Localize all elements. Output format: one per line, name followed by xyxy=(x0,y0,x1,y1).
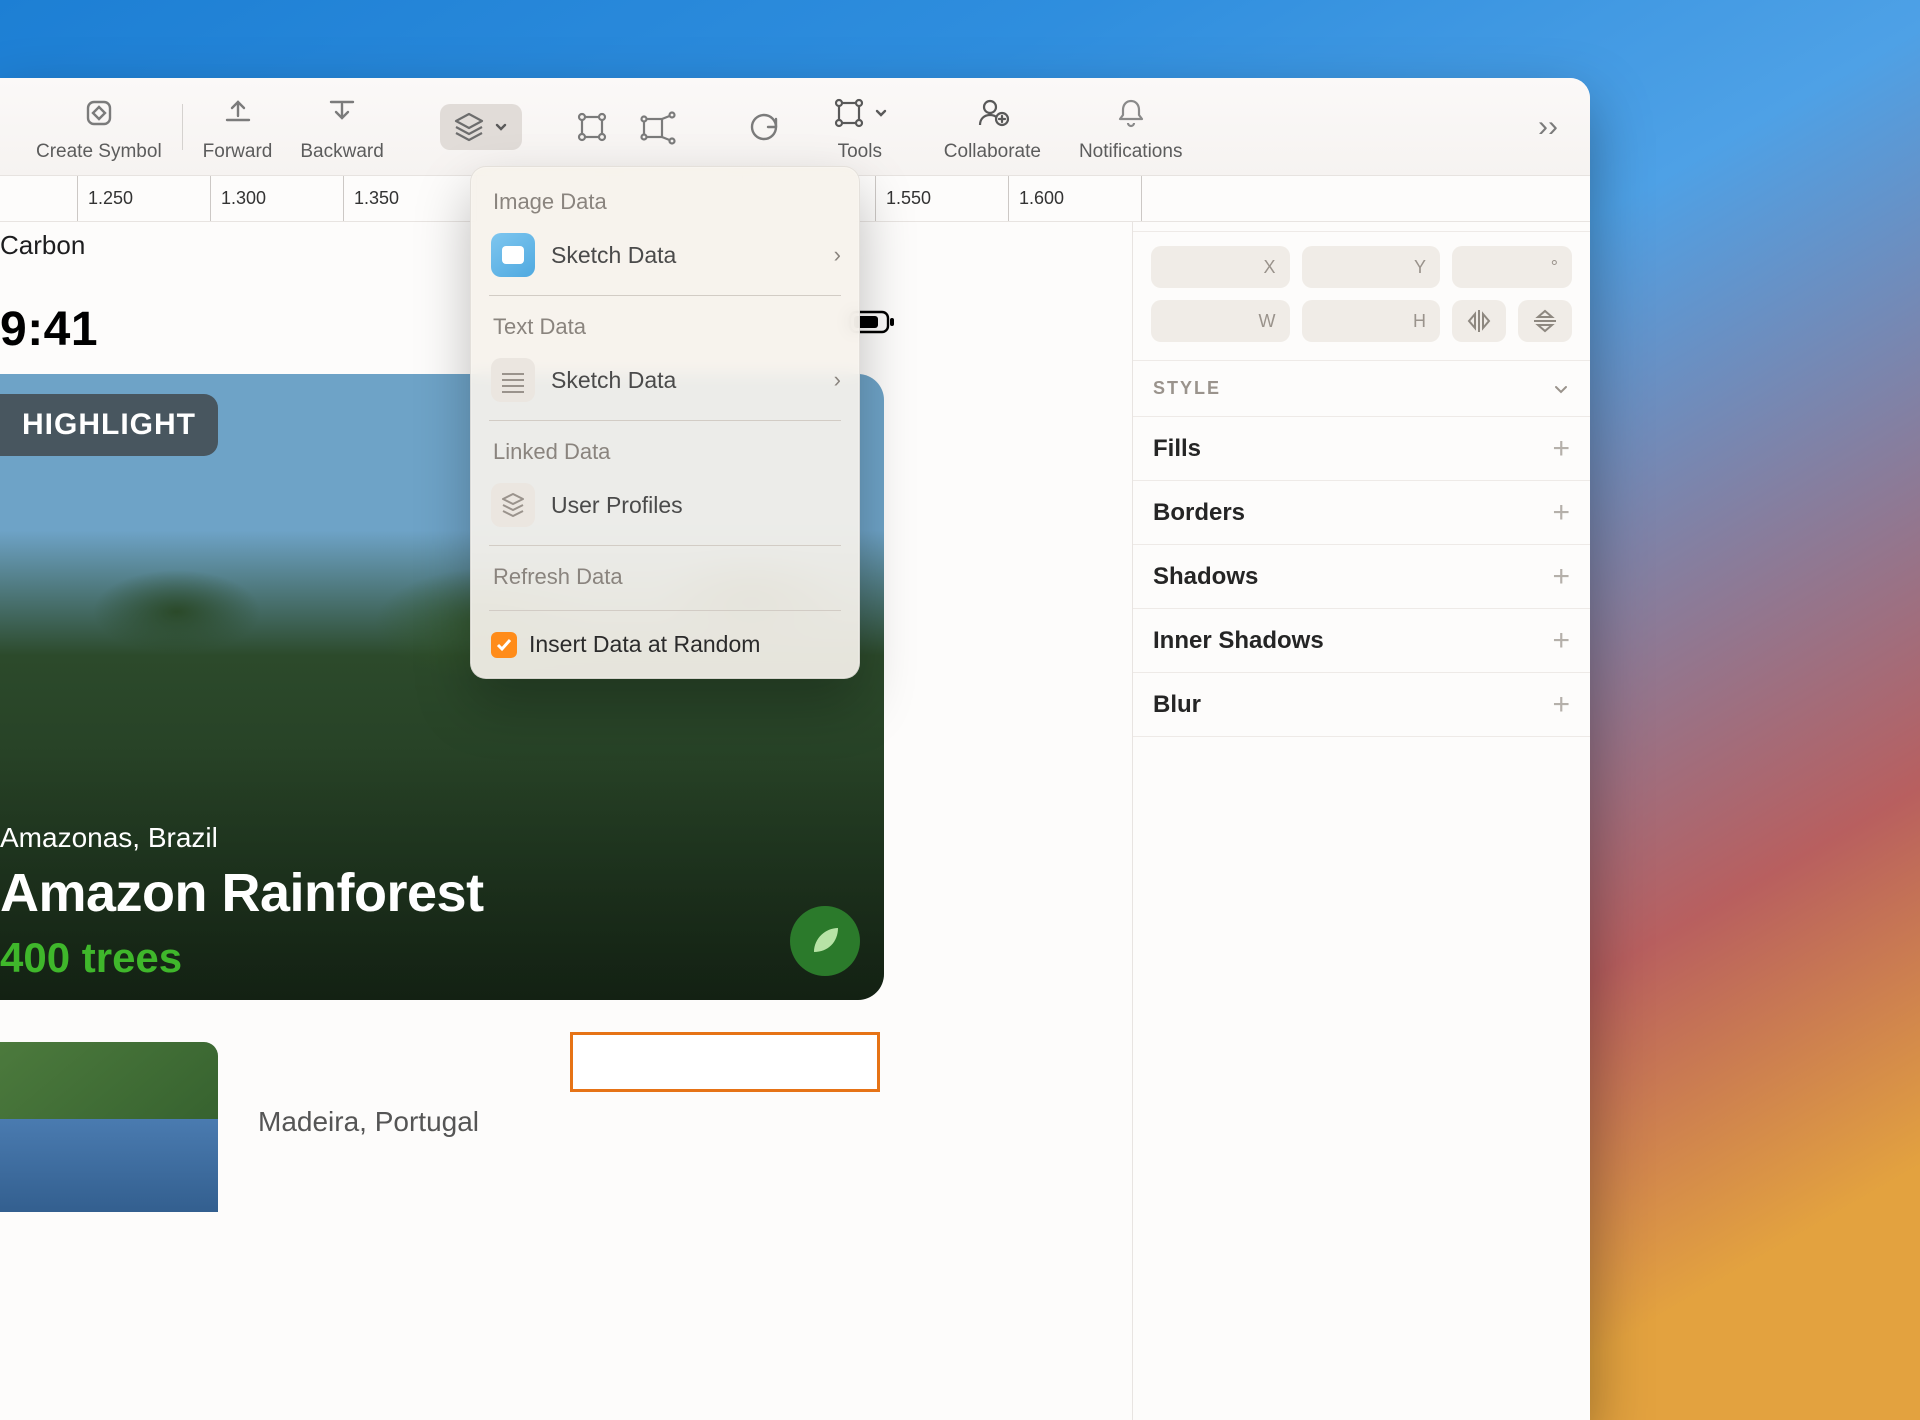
angle-input[interactable]: ° xyxy=(1452,246,1572,288)
plus-icon[interactable]: + xyxy=(1552,496,1570,530)
overflow-button[interactable]: ›› xyxy=(1520,110,1576,144)
style-row-fills[interactable]: Fills + xyxy=(1133,417,1590,481)
menu-item-label: Insert Data at Random xyxy=(529,631,760,658)
menu-item-sketch-image-data[interactable]: Sketch Data › xyxy=(471,225,859,285)
menu-item-label: Sketch Data xyxy=(551,242,676,269)
forward-tool[interactable]: Forward xyxy=(189,78,287,175)
chevron-right-icon: › xyxy=(834,242,841,268)
style-row-label: Blur xyxy=(1153,691,1201,719)
dimension-inputs: X Y ° W H xyxy=(1133,232,1590,361)
move-backward-icon xyxy=(325,91,359,135)
move-forward-icon xyxy=(221,91,255,135)
toolbar-separator xyxy=(182,104,183,150)
x-input[interactable]: X xyxy=(1151,246,1290,288)
plus-icon[interactable]: + xyxy=(1552,560,1570,594)
artboard-label[interactable]: Carbon xyxy=(0,230,85,261)
style-row-inner-shadows[interactable]: Inner Shadows + xyxy=(1133,609,1590,673)
detach-tool[interactable] xyxy=(624,78,692,175)
toolbar: Create Symbol Forward Backward xyxy=(0,78,1590,176)
selected-text-layer[interactable] xyxy=(570,1032,880,1092)
style-row-label: Borders xyxy=(1153,499,1245,527)
layers-icon xyxy=(452,110,486,144)
style-header-label: STYLE xyxy=(1153,378,1221,399)
ruler-tick: 1.250 xyxy=(78,176,211,221)
popover-section-text: Text Data xyxy=(471,306,859,350)
style-row-borders[interactable]: Borders + xyxy=(1133,481,1590,545)
ruler-tick: 1.600 xyxy=(1009,176,1142,221)
diamond-icon xyxy=(79,91,119,135)
flip-vertical-icon[interactable] xyxy=(1518,300,1572,342)
ruler-tick: 1.350 xyxy=(344,176,477,221)
flip-horizontal-icon[interactable] xyxy=(1452,300,1506,342)
device-time: 9:41 xyxy=(0,302,98,357)
style-row-label: Fills xyxy=(1153,435,1201,463)
notifications-label: Notifications xyxy=(1079,141,1183,163)
checkbox-checked-icon xyxy=(491,632,517,658)
menu-item-label: Sketch Data xyxy=(551,367,676,394)
separator xyxy=(489,545,841,546)
w-input[interactable]: W xyxy=(1151,300,1290,342)
collaborate-icon xyxy=(972,91,1012,135)
ruler-tick: 1.550 xyxy=(876,176,1009,221)
forward-label: Forward xyxy=(203,141,273,163)
menu-item-user-profiles[interactable]: User Profiles xyxy=(471,475,859,535)
style-row-shadows[interactable]: Shadows + xyxy=(1133,545,1590,609)
plus-icon[interactable]: + xyxy=(1552,432,1570,466)
ruler-tick: 1.300 xyxy=(211,176,344,221)
card-thumbnail[interactable] xyxy=(0,1042,218,1212)
plus-icon[interactable]: + xyxy=(1552,624,1570,658)
hero-location: Amazonas, Brazil xyxy=(0,822,218,854)
hero-title: Amazon Rainforest xyxy=(0,862,484,924)
menu-item-insert-random[interactable]: Insert Data at Random xyxy=(471,621,859,668)
hero-tree-count: 400 trees xyxy=(0,934,182,982)
backward-tool[interactable]: Backward xyxy=(286,78,397,175)
separator xyxy=(489,420,841,421)
data-popover: Image Data Sketch Data › Text Data Sketc… xyxy=(470,166,860,679)
menu-item-sketch-text-data[interactable]: Sketch Data › xyxy=(471,350,859,410)
menu-item-refresh-data[interactable]: Refresh Data xyxy=(471,556,859,600)
y-input[interactable]: Y xyxy=(1302,246,1441,288)
photo-icon xyxy=(491,233,535,277)
notifications-tool[interactable]: Notifications xyxy=(1065,78,1197,175)
rotate-tool[interactable] xyxy=(732,78,796,175)
layers-dropdown[interactable] xyxy=(426,78,536,175)
style-row-label: Inner Shadows xyxy=(1153,627,1324,655)
group-tool[interactable] xyxy=(560,78,624,175)
leaf-icon xyxy=(790,906,860,976)
chevron-down-icon xyxy=(494,120,508,134)
bell-icon xyxy=(1114,91,1148,135)
chevron-down-icon xyxy=(1552,380,1570,398)
card-location: Madeira, Portugal xyxy=(258,1106,479,1138)
tools-dropdown[interactable]: Tools xyxy=(818,78,902,175)
plus-icon[interactable]: + xyxy=(1552,688,1570,722)
h-input[interactable]: H xyxy=(1302,300,1441,342)
menu-item-label: User Profiles xyxy=(551,492,683,519)
collaborate-tool[interactable]: Collaborate xyxy=(930,78,1055,175)
style-row-blur[interactable]: Blur + xyxy=(1133,673,1590,737)
backward-label: Backward xyxy=(300,141,383,163)
app-window: Create Symbol Forward Backward xyxy=(0,78,1590,1420)
highlight-badge: HIGHLIGHT xyxy=(0,394,218,456)
chevron-right-icon: › xyxy=(834,367,841,393)
popover-section-image: Image Data xyxy=(471,181,859,225)
style-header[interactable]: STYLE xyxy=(1133,361,1590,417)
tools-label: Tools xyxy=(838,141,882,163)
style-row-label: Shadows xyxy=(1153,563,1258,591)
text-lines-icon xyxy=(491,358,535,402)
collaborate-label: Collaborate xyxy=(944,141,1041,163)
popover-section-linked: Linked Data xyxy=(471,431,859,475)
separator xyxy=(489,610,841,611)
inspector-panel: X Y ° W H STYLE Fills + Borders + Shadow… xyxy=(1132,176,1590,1420)
create-symbol-label: Create Symbol xyxy=(36,141,162,163)
separator xyxy=(489,295,841,296)
layers-icon xyxy=(491,483,535,527)
create-symbol-tool[interactable]: Create Symbol xyxy=(22,78,176,175)
bounding-box-icon xyxy=(832,91,888,135)
